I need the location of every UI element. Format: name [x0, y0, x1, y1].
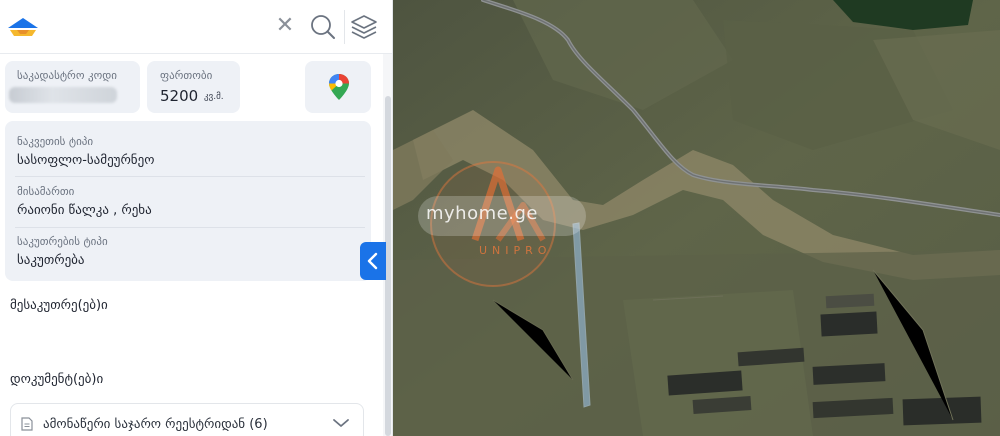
- layers-icon[interactable]: [349, 12, 379, 42]
- detail-row-parcel-type: ნაკვეთის ტიპი სასოფლო-სამეურნეო: [5, 121, 371, 174]
- detail-label: ნაკვეთის ტიპი: [17, 135, 94, 148]
- property-details: ნაკვეთის ტიპი სასოფლო-სამეურნეო მისამართ…: [5, 121, 371, 281]
- watermark-subtext: UNIPRO: [479, 244, 552, 257]
- google-maps-pin-icon: [329, 74, 349, 100]
- info-panel: ✕ საკადასტრო კოდი ფართობი 5200 კვ.მ. ნაკ…: [0, 0, 393, 436]
- detail-value: სასოფლო-სამეურნეო: [17, 153, 155, 168]
- watermark-brand: myhome.ge: [426, 203, 538, 224]
- detail-value: რაიონი წალკა , რეხა: [17, 203, 152, 218]
- document-icon: [21, 417, 33, 431]
- detail-label: მისამართი: [17, 185, 75, 198]
- document-item-label: ამონაწერი საჯარო რეესტრიდან (6): [43, 417, 268, 432]
- area-value: 5200: [160, 87, 199, 105]
- satellite-map[interactable]: myhome.ge UNIPRO: [393, 0, 1000, 436]
- search-bar: ✕: [0, 0, 392, 54]
- search-icon[interactable]: [309, 13, 337, 41]
- napr-logo-icon: [8, 18, 38, 36]
- area-card: ფართობი 5200 კვ.მ.: [147, 61, 240, 113]
- open-google-maps-button[interactable]: [305, 61, 371, 113]
- collapse-panel-button[interactable]: [360, 242, 386, 280]
- toolbar-divider: [344, 10, 345, 44]
- cadastral-code-card: საკადასტრო კოდი: [5, 61, 140, 113]
- area-unit: კვ.მ.: [204, 92, 224, 102]
- detail-row-address: მისამართი რაიონი წალკა , რეხა: [5, 171, 371, 224]
- document-accordion-item[interactable]: ამონაწერი საჯარო რეესტრიდან (6): [10, 403, 364, 436]
- detail-row-ownership-type: საკუთრების ტიპი საკუთრება: [5, 221, 371, 274]
- chevron-down-icon: [333, 419, 349, 427]
- documents-section-title: დოკუმენტ(ებ)ი: [10, 372, 104, 387]
- detail-value: საკუთრება: [17, 253, 85, 268]
- chevron-left-icon: [367, 252, 378, 270]
- area-label: ფართობი: [160, 69, 213, 82]
- cadastral-code-label: საკადასტრო კოდი: [17, 69, 117, 82]
- clear-search-button[interactable]: ✕: [273, 14, 297, 38]
- cadastral-code-value-redacted: [9, 87, 117, 103]
- detail-label: საკუთრების ტიპი: [17, 235, 108, 248]
- owners-section-title: მესაკუთრე(ებ)ი: [10, 298, 108, 313]
